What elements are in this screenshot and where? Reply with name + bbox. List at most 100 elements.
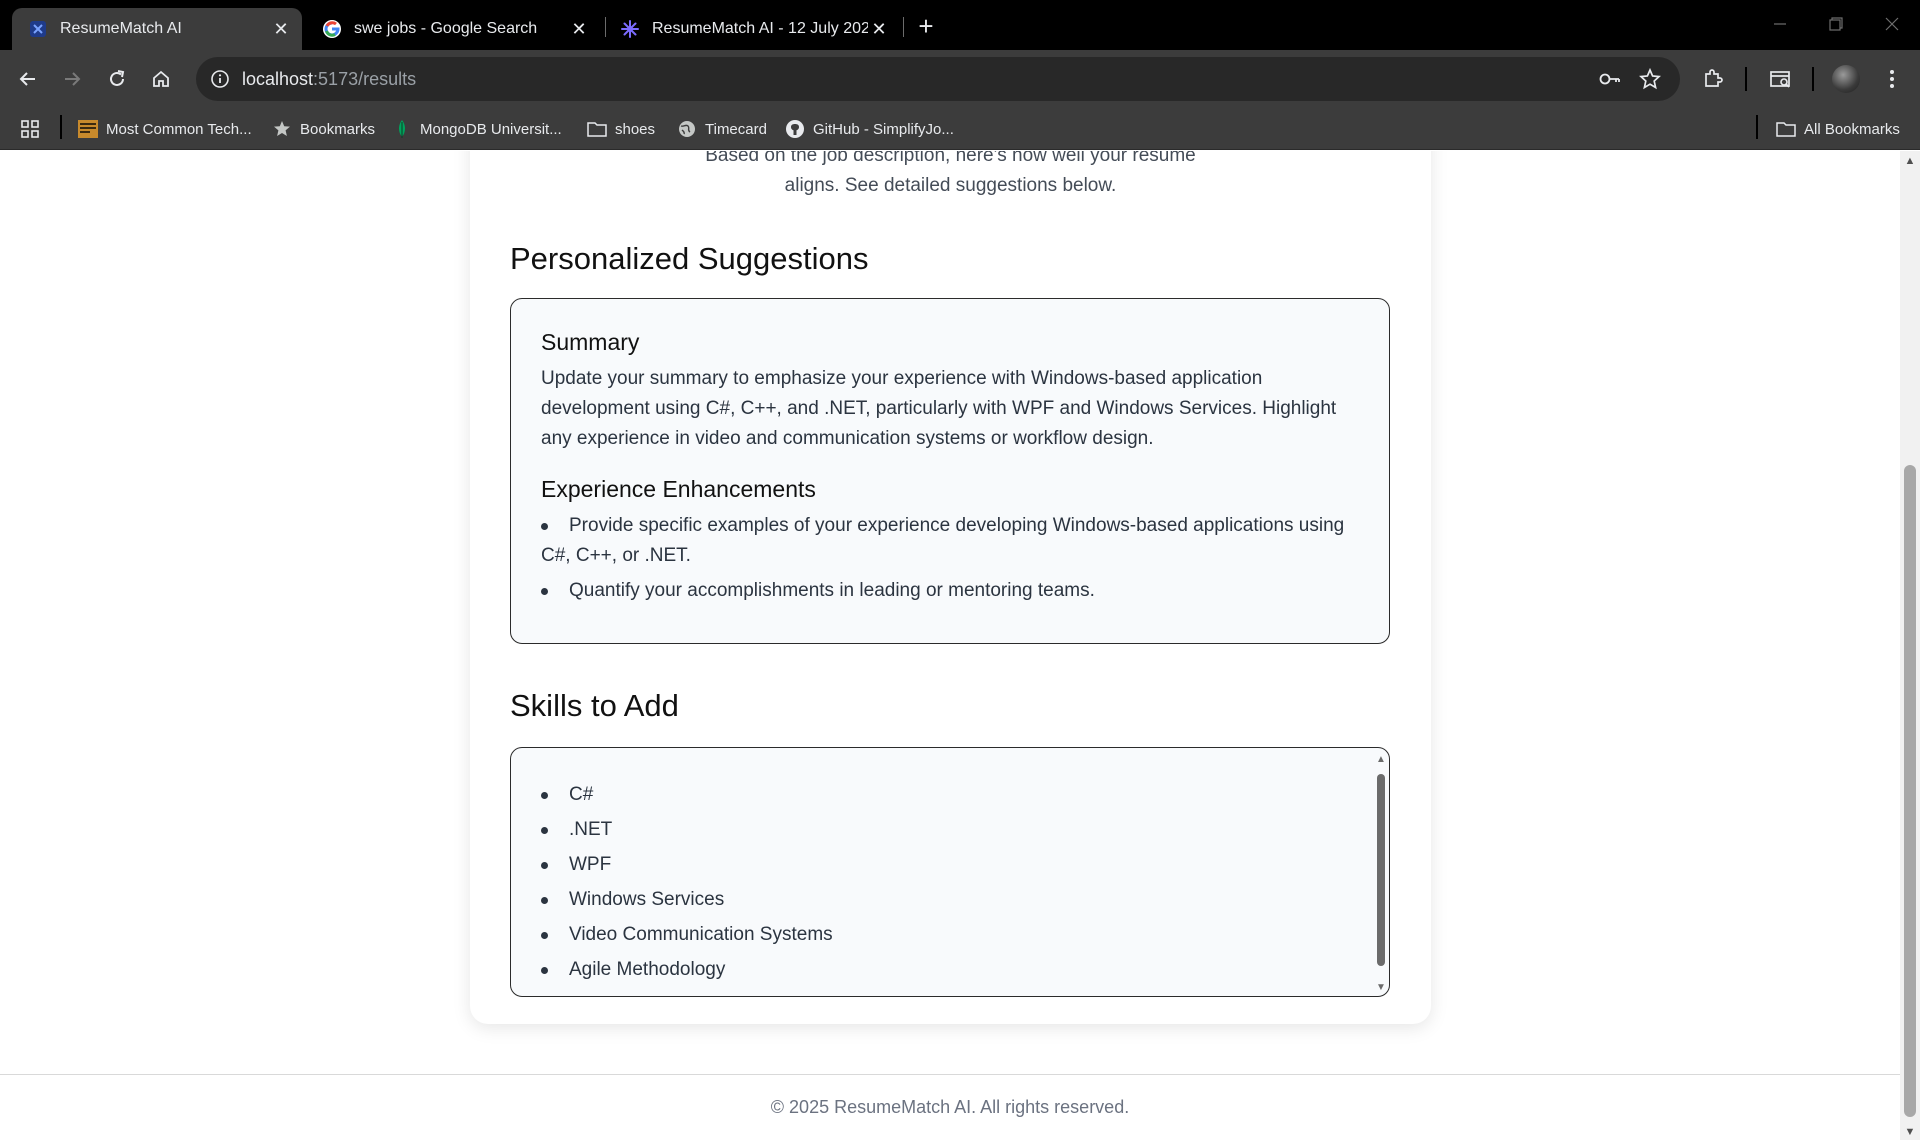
scroll-down-arrow-icon[interactable]: ▼	[1376, 982, 1386, 993]
bullet-dot	[541, 588, 548, 595]
bullet-dot	[541, 932, 548, 939]
bookmark-separator	[1756, 115, 1758, 139]
tab-google-search[interactable]: swe jobs - Google Search ✕	[310, 8, 600, 50]
page-footer: © 2025 ResumeMatch AI. All rights reserv…	[0, 1074, 1900, 1140]
more-menu-icon[interactable]	[1876, 63, 1908, 95]
skill-text: Agile Methodology	[569, 959, 726, 980]
bookmark-star-icon[interactable]	[1634, 63, 1666, 95]
skills-list: C# .NET WPF Windows Services Video Commu…	[541, 780, 1359, 985]
tab-close-icon[interactable]: ✕	[568, 18, 590, 40]
forward-arrow-icon[interactable]	[56, 63, 88, 95]
tab-title: swe jobs - Google Search	[354, 20, 538, 37]
list-item: .NET	[541, 815, 1359, 845]
globe-icon	[677, 119, 697, 139]
bookmarks-bar: Most Common Tech... Bookmarks MongoDB Un…	[0, 108, 1920, 150]
skill-text: C#	[569, 784, 594, 805]
scrollbar-thumb[interactable]	[1904, 465, 1916, 1117]
suggestions-heading: Personalized Suggestions	[510, 241, 869, 276]
scroll-down-arrow-icon[interactable]: ▼	[1904, 1126, 1916, 1138]
bookmark-label: GitHub - SimplifyJo...	[813, 120, 954, 138]
skills-scrollbar[interactable]: ▲ ▼	[1373, 748, 1389, 996]
bookmark-github-simplify[interactable]: GitHub - SimplifyJo...	[785, 116, 954, 142]
list-item: Video Communication Systems	[541, 920, 1359, 950]
password-key-icon[interactable]	[1594, 63, 1626, 95]
tab-close-icon[interactable]: ✕	[868, 18, 890, 40]
github-icon	[785, 119, 805, 139]
minimize-icon[interactable]	[1752, 0, 1808, 48]
experience-title: Experience Enhancements	[541, 476, 816, 502]
suggestions-box: Summary Update your summary to emphasize…	[510, 298, 1390, 644]
bullet-dot	[541, 523, 548, 530]
sparkle-icon	[621, 20, 639, 38]
all-bookmarks-folder[interactable]: All Bookmarks	[1776, 116, 1900, 142]
apps-grid-icon[interactable]	[20, 116, 40, 142]
back-arrow-icon[interactable]	[12, 63, 44, 95]
results-card: Based on the job description, here's how…	[470, 151, 1431, 1024]
all-bookmarks-label: All Bookmarks	[1804, 120, 1900, 138]
url-host: localhost	[242, 69, 314, 89]
tab-resumematch-dated[interactable]: ResumeMatch AI - 12 July 2025 ✕	[610, 8, 900, 50]
new-tab-plus-icon[interactable]: +	[912, 11, 940, 41]
site-info-icon[interactable]	[204, 63, 236, 95]
bookmark-folder-shoes[interactable]: shoes	[587, 116, 655, 142]
bullet-dot	[541, 862, 548, 869]
page-scrollbar[interactable]: ▲ ▼	[1900, 151, 1920, 1140]
scrollbar-thumb[interactable]	[1377, 774, 1385, 966]
bookmark-timecard[interactable]: Timecard	[677, 116, 767, 142]
restore-icon[interactable]	[1808, 0, 1864, 48]
page-viewport: Based on the job description, here's how…	[0, 151, 1900, 1140]
summary-title: Summary	[541, 329, 640, 355]
url-path: :5173/results	[313, 69, 417, 89]
skills-heading: Skills to Add	[510, 688, 679, 723]
bookmark-mongodb-university[interactable]: MongoDB Universit...	[392, 116, 562, 142]
skill-text: WPF	[569, 854, 612, 875]
tab-strip: ResumeMatch AI ✕ swe jobs - Google Searc…	[0, 0, 1920, 50]
google-icon	[323, 20, 341, 38]
bookmark-most-common-tech[interactable]: Most Common Tech...	[78, 116, 252, 142]
mongodb-leaf-icon	[392, 119, 412, 139]
list-item-text: Quantify your accomplishments in leading…	[569, 580, 1095, 601]
browser-toolbar: localhost:5173/results	[0, 50, 1920, 108]
bookmark-label: MongoDB Universit...	[420, 120, 562, 138]
skill-text: Windows Services	[569, 889, 725, 910]
close-window-icon[interactable]	[1864, 0, 1920, 48]
skill-text: .NET	[569, 819, 613, 840]
bookmark-bookmarks[interactable]: Bookmarks	[272, 116, 375, 142]
intro-line-2: aligns. See detailed suggestions below.	[784, 175, 1117, 196]
resumematch-favicon-icon	[30, 21, 46, 37]
star-icon	[272, 119, 292, 139]
tab-title: ResumeMatch AI - 12 July 2025	[652, 20, 868, 37]
skill-text: Video Communication Systems	[569, 924, 833, 945]
skills-box[interactable]: C# .NET WPF Windows Services Video Commu…	[510, 747, 1390, 997]
extensions-icon[interactable]	[1697, 63, 1729, 95]
tab-title: ResumeMatch AI	[60, 20, 182, 37]
summary-text: Update your summary to emphasize your ex…	[541, 368, 1337, 449]
tab-separator	[605, 17, 606, 37]
scroll-up-arrow-icon[interactable]: ▲	[1376, 754, 1386, 765]
bookmark-label: Most Common Tech...	[106, 120, 252, 138]
profile-avatar[interactable]	[1832, 65, 1860, 93]
tab-separator	[903, 17, 904, 37]
list-item: Quantify your accomplishments in leading…	[541, 576, 1359, 606]
bookmark-separator	[60, 115, 62, 139]
toolbar-separator	[1745, 67, 1747, 91]
copyright-text: © 2025 ResumeMatch AI. All rights reserv…	[770, 1097, 1130, 1117]
bookmark-label: Bookmarks	[300, 120, 376, 138]
address-bar[interactable]: localhost:5173/results	[196, 57, 1680, 101]
scroll-up-arrow-icon[interactable]: ▲	[1904, 155, 1916, 167]
tab-search-icon[interactable]	[1765, 63, 1797, 95]
url-text: localhost:5173/results	[242, 69, 416, 90]
tab-resumematch-active[interactable]: ResumeMatch AI ✕	[12, 8, 302, 50]
tab-close-icon[interactable]: ✕	[270, 18, 292, 40]
folder-icon	[587, 119, 607, 139]
intro-text: Based on the job description, here's how…	[470, 151, 1431, 201]
bookmark-label: shoes	[615, 120, 656, 138]
home-icon[interactable]	[145, 63, 177, 95]
list-item: Agile Methodology	[541, 955, 1359, 985]
experience-list: Provide specific examples of your experi…	[541, 511, 1359, 606]
list-item: Windows Services	[541, 885, 1359, 915]
intro-line-1: Based on the job description, here's how…	[705, 151, 1196, 166]
list-item: C#	[541, 780, 1359, 810]
bookmark-favicon-icon	[78, 119, 98, 139]
reload-icon[interactable]	[101, 63, 133, 95]
